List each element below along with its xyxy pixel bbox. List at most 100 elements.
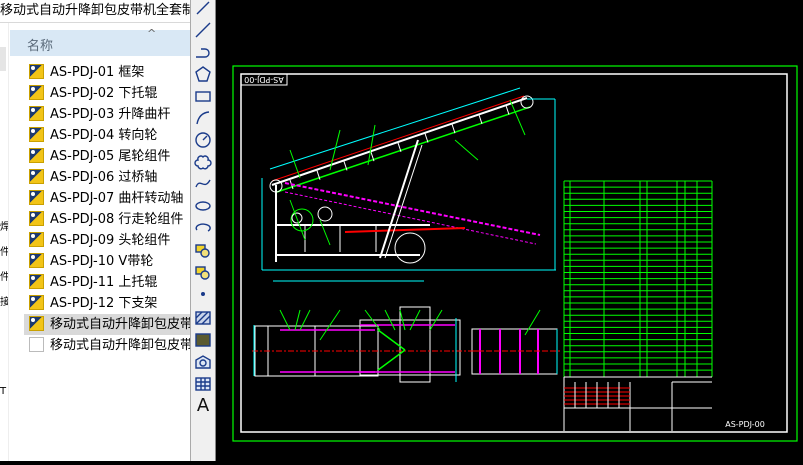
parts-list-table [563,180,713,431]
cad-line [478,114,483,125]
address-bar[interactable]: 移动式自动升降卸包皮带机全套制作 [0,0,190,23]
cad-line [284,191,537,245]
dwg-file-icon [29,169,44,184]
dwg-file-icon [29,232,44,247]
arc-icon[interactable] [193,108,213,128]
nav-selected-item[interactable] [0,47,6,71]
cad-line [269,87,521,170]
dwg-file-icon [29,127,44,142]
cad-rect [399,306,431,383]
file-name: AS-PDJ-07 曲杆转动轴 [50,191,184,206]
file-name: AS-PDJ-06 过桥轴 [50,170,158,185]
cad-line [319,309,341,341]
cad-line [319,219,331,246]
cad-line [451,124,456,134]
assembly-views [252,87,560,383]
file-name: AS-PDJ-05 尾轮组件 [50,149,171,164]
file-item[interactable]: 移动式自动升降卸包皮带机 [24,335,190,356]
ellipse-arc-icon[interactable] [193,218,213,238]
cad-circle [317,206,333,222]
cad-line [454,139,479,161]
ellipse-icon[interactable] [193,196,213,216]
file-item[interactable]: AS-PDJ-12 下支架 [24,293,190,314]
dwg-file-icon [29,85,44,100]
file-item[interactable]: AS-PDJ-03 升降曲杆 [24,104,190,125]
revision-cloud-icon[interactable] [193,152,213,172]
file-name: AS-PDJ-10 V带轮 [50,254,154,269]
cad-circle [394,232,426,264]
file-name: 移动式自动升降卸包皮带机 [50,317,190,332]
nav-item[interactable]: T [0,386,8,397]
nav-item[interactable]: 件 [0,243,8,258]
file-name: AS-PDJ-12 下支架 [50,296,158,311]
dwg-file-icon [29,148,44,163]
cad-line [279,309,291,331]
cad-rect [359,319,461,376]
blank-file-icon [29,337,44,352]
cad-drawing: AS-PDJ-00 AS-PDJ-00 [232,65,798,442]
insert-block-icon[interactable] [193,240,213,260]
make-block-icon[interactable] [193,262,213,282]
path-text: 移动式自动升降卸包皮带机全套制作 [0,3,190,18]
file-item[interactable]: AS-PDJ-08 行走轮组件 [24,209,190,230]
region-icon[interactable] [193,352,213,372]
nav-item[interactable]: 接 [0,293,8,308]
file-item[interactable]: AS-PDJ-09 头轮组件 [24,230,190,251]
dwg-file-icon [29,316,44,331]
drawing-number: AS-PDJ-00 [725,420,765,429]
gradient-icon[interactable] [193,330,213,350]
cad-line [289,149,301,179]
file-item[interactable]: AS-PDJ-01 框架 [24,62,190,83]
cad-line [271,95,525,182]
cad-line [505,105,510,115]
multiline-text-icon[interactable]: A [193,396,213,416]
dwg-file-icon [29,274,44,289]
nav-item[interactable]: 件 [0,268,8,283]
cad-line [377,349,406,371]
polygon-icon[interactable] [193,64,213,84]
file-name: AS-PDJ-01 框架 [50,65,145,80]
cad-line [276,106,531,193]
file-name: AS-PDJ-03 升降曲杆 [50,107,171,122]
dwg-file-icon [29,211,44,226]
cad-line [379,139,419,259]
file-item[interactable]: 移动式自动升降卸包皮带机 [24,314,190,335]
file-item[interactable]: AS-PDJ-10 V带轮 [24,251,190,272]
dwg-file-icon [29,106,44,121]
point-icon[interactable] [193,284,213,304]
drawing-canvas[interactable]: AS-PDJ-00 AS-PDJ-00 [216,0,803,461]
polyline-arc-icon[interactable] [193,42,213,62]
column-header-label: 名称 [27,39,54,54]
dwg-file-icon [29,190,44,205]
circle-icon[interactable] [193,130,213,150]
sort-ascending-icon: ^ [147,27,157,40]
file-name: 移动式自动升降卸包皮带机 [50,338,190,353]
file-name: AS-PDJ-04 转向轮 [50,128,158,143]
file-item[interactable]: AS-PDJ-11 上托辊 [24,272,190,293]
file-name: AS-PDJ-02 下托辊 [50,86,158,101]
draw-toolbar: A [190,0,216,461]
cad-line [299,309,311,331]
rectangle-icon[interactable] [193,86,213,106]
nav-item[interactable]: 焊 [0,218,8,233]
dwg-file-icon [29,64,44,79]
table-icon[interactable] [193,374,213,394]
cad-circle [520,95,534,109]
file-name: AS-PDJ-09 头轮组件 [50,233,171,248]
file-item[interactable]: AS-PDJ-07 曲杆转动轴 [24,188,190,209]
drawing-frame [240,73,788,433]
file-item[interactable]: AS-PDJ-06 过桥轴 [24,167,190,188]
spline-icon[interactable] [193,174,213,194]
polyline-icon[interactable] [193,20,213,40]
hatch-icon[interactable] [193,308,213,328]
dwg-file-icon [29,295,44,310]
cad-line [509,99,526,136]
column-header-name[interactable]: ^ 名称 [10,27,190,56]
line-icon[interactable] [193,0,213,18]
cad-line [294,309,301,331]
file-item[interactable]: AS-PDJ-04 转向轮 [24,125,190,146]
file-item[interactable]: AS-PDJ-05 尾轮组件 [24,146,190,167]
navigation-pane[interactable]: 焊 件 件 接 T [0,23,9,461]
file-item[interactable]: AS-PDJ-02 下托辊 [24,83,190,104]
cad-line [271,97,528,186]
